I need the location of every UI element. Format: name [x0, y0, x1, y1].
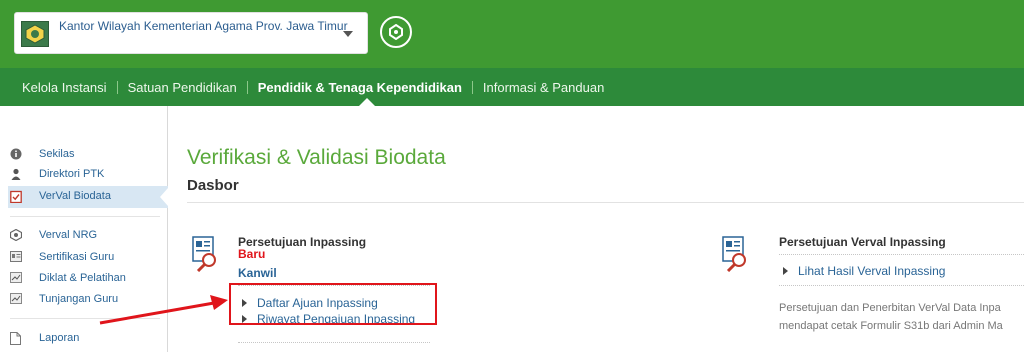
- sidebar-item-tunjangan-guru[interactable]: Tunjangan Guru: [10, 289, 118, 309]
- main-nav: Kelola Instansi Satuan Pendidikan Pendid…: [0, 68, 1024, 106]
- dotted-divider: [779, 285, 1024, 286]
- institution-selector[interactable]: Kantor Wilayah Kementerian Agama Prov. J…: [14, 12, 368, 54]
- report-search-icon: [192, 236, 220, 273]
- sidebar: Sekilas Direktori PTK VerVal Biodata Ver…: [0, 106, 168, 352]
- sidebar-item-verval-biodata[interactable]: VerVal Biodata: [10, 186, 111, 206]
- sidebar-divider: [10, 216, 160, 217]
- chevron-down-icon: [343, 31, 353, 37]
- dotted-divider: [238, 342, 430, 343]
- nav-informasi-panduan[interactable]: Informasi & Panduan: [483, 80, 604, 95]
- chart-icon: [10, 293, 22, 305]
- id-card-icon: [10, 251, 22, 263]
- sidebar-item-label: Sekilas: [39, 148, 75, 160]
- sidebar-item-diklat-pelatihan[interactable]: Diklat & Pelatihan: [10, 268, 126, 288]
- sidebar-item-sekilas[interactable]: Sekilas: [10, 144, 74, 164]
- card-title-persetujuan-verval-inpassing: Persetujuan Verval Inpassing: [779, 235, 946, 249]
- sidebar-item-direktori-ptk[interactable]: Direktori PTK: [10, 164, 104, 184]
- chart-icon: [10, 272, 22, 284]
- caret-right-icon: [783, 267, 788, 275]
- nav-divider: [116, 81, 118, 94]
- sidebar-divider: [10, 318, 160, 319]
- new-badge: Baru: [238, 247, 266, 261]
- sidebar-item-label: Laporan: [39, 332, 80, 344]
- badge-icon: [389, 24, 403, 40]
- home-button[interactable]: [380, 16, 412, 48]
- nav-divider: [471, 81, 473, 94]
- nav-satuan-pendidikan[interactable]: Satuan Pendidikan: [128, 80, 237, 95]
- clipboard-check-icon: [10, 190, 22, 204]
- info-icon: [10, 148, 22, 160]
- group-label-kanwil: Kanwil: [238, 266, 277, 280]
- sidebar-item-label: Direktori PTK: [39, 168, 105, 180]
- sidebar-active-pointer: [160, 188, 168, 206]
- institution-name: Kantor Wilayah Kementerian Agama Prov. J…: [59, 19, 348, 33]
- report-search-icon: [722, 236, 750, 273]
- sidebar-item-label: Diklat & Pelatihan: [39, 272, 126, 284]
- top-header: Kantor Wilayah Kementerian Agama Prov. J…: [0, 0, 1024, 68]
- document-icon: [10, 332, 22, 345]
- sidebar-item-label: Tunjangan Guru: [39, 293, 119, 305]
- title-divider: [187, 202, 1024, 203]
- dotted-divider: [779, 254, 1024, 255]
- page-subtitle: Dasbor: [187, 177, 239, 194]
- description-line: Persetujuan dan Penerbitan VerVal Data I…: [779, 302, 1001, 314]
- badge-icon: [9, 228, 23, 242]
- nav-pendidik-tenaga-kependidikan[interactable]: Pendidik & Tenaga Kependidikan: [258, 80, 462, 95]
- person-icon: [10, 168, 22, 180]
- sidebar-item-label: Sertifikasi Guru: [39, 251, 115, 263]
- sidebar-item-label: Verval NRG: [39, 229, 98, 241]
- nav-active-pointer: [359, 98, 375, 106]
- nav-divider: [246, 81, 248, 94]
- link-label: Lihat Hasil Verval Inpassing: [798, 264, 946, 278]
- page-title: Verifikasi & Validasi Biodata: [187, 146, 446, 169]
- ministry-logo-icon: [21, 21, 49, 47]
- sidebar-item-label: VerVal Biodata: [39, 190, 111, 202]
- nav-kelola-instansi[interactable]: Kelola Instansi: [22, 80, 107, 95]
- sidebar-item-sertifikasi-guru[interactable]: Sertifikasi Guru: [10, 247, 114, 267]
- sidebar-item-verval-nrg[interactable]: Verval NRG: [9, 225, 98, 245]
- sidebar-item-laporan[interactable]: Laporan: [10, 328, 79, 348]
- link-lihat-hasil-verval-inpassing[interactable]: Lihat Hasil Verval Inpassing: [783, 264, 945, 278]
- description-line: mendapat cetak Formulir S31b dari Admin …: [779, 320, 1003, 332]
- annotation-highlight-box: [229, 283, 437, 325]
